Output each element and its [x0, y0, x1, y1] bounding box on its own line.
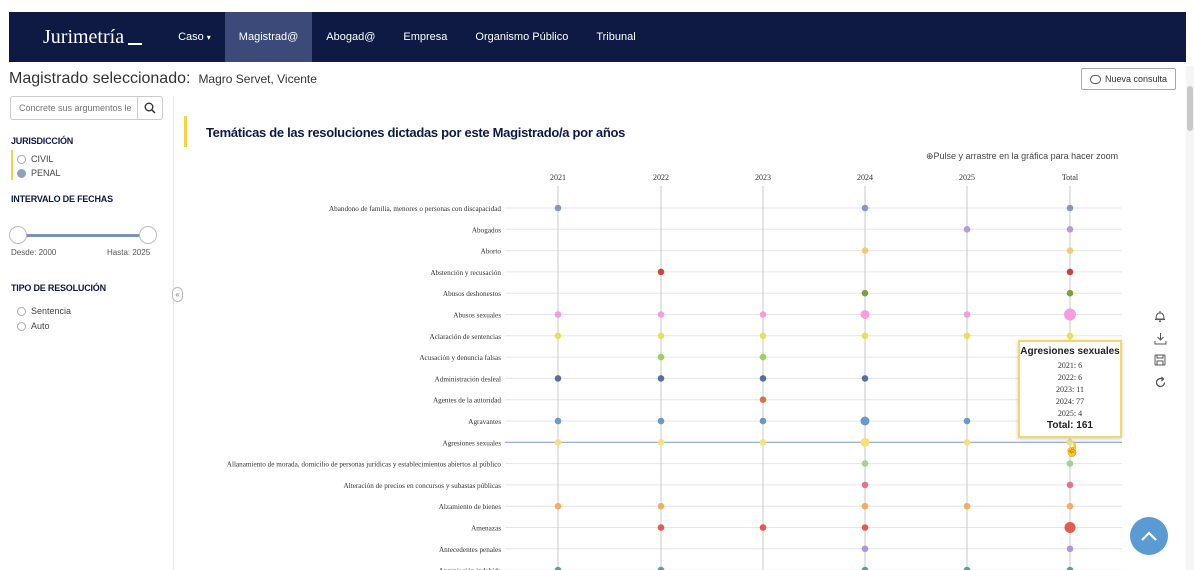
data-point	[554, 375, 562, 382]
data-point	[759, 396, 767, 404]
data-point	[1066, 502, 1074, 510]
row-label: Abogados	[472, 226, 501, 234]
row-label: Agravantes	[468, 418, 501, 426]
data-point	[861, 545, 869, 553]
data-point	[861, 460, 869, 467]
data-point	[1064, 522, 1076, 533]
page-scrollbar[interactable]	[1186, 66, 1194, 570]
data-point	[657, 311, 665, 318]
row-label: Agresiones sexuales	[443, 439, 502, 447]
tooltip-total: Total: 161	[1047, 420, 1093, 431]
data-point	[861, 375, 869, 382]
column-header: 2023	[755, 173, 771, 182]
row-label: Allanamiento de morada, domicilio de per…	[227, 461, 502, 469]
data-point	[963, 439, 971, 446]
row-label: Aborto	[481, 248, 502, 256]
chevron-up-icon	[1141, 531, 1157, 541]
data-point	[657, 375, 665, 382]
data-point	[963, 417, 971, 425]
data-point	[1066, 545, 1074, 553]
topics-bubble-chart[interactable]: 2021 2022 2023 2024 2025 Total Abandono de fam…	[0, 0, 1194, 570]
row-label: Administración desleal	[435, 375, 501, 383]
data-point	[759, 375, 767, 382]
data-point	[554, 502, 562, 510]
data-point	[1066, 268, 1074, 276]
row-label: Abandono de familia, menores o personas …	[329, 205, 501, 213]
tooltip-line: 2025: 4	[1057, 409, 1083, 418]
data-point	[554, 332, 562, 340]
data-point	[1066, 289, 1074, 297]
data-point	[759, 439, 767, 446]
data-point	[759, 524, 767, 531]
data-point	[657, 524, 665, 531]
tooltip-line: 2022: 6	[1057, 373, 1083, 382]
data-point	[1066, 247, 1074, 254]
data-point	[963, 226, 971, 233]
row-label: Abusos deshonestos	[443, 290, 501, 298]
data-point	[1064, 308, 1076, 321]
data-point	[657, 417, 665, 425]
tooltip-line: 2024: 77	[1055, 397, 1085, 406]
data-point	[861, 502, 869, 510]
refresh-icon[interactable]	[1150, 371, 1170, 393]
data-point	[963, 502, 971, 510]
tooltip-line: 2023: 11	[1056, 385, 1084, 394]
data-point	[963, 311, 971, 318]
data-point	[657, 353, 665, 361]
data-point	[759, 332, 767, 340]
row-label: Agentes de la autoridad	[433, 397, 501, 405]
data-point	[1066, 481, 1074, 489]
chart-tools	[1150, 305, 1170, 393]
column-header: Total	[1062, 173, 1079, 182]
column-header: 2021	[550, 173, 566, 182]
data-point	[554, 417, 562, 425]
data-point	[657, 439, 665, 446]
scrollbar-thumb[interactable]	[1187, 86, 1193, 131]
data-point	[554, 439, 562, 446]
data-point	[1066, 460, 1074, 467]
data-point	[554, 204, 562, 212]
data-point	[657, 268, 665, 276]
data-point	[861, 204, 869, 212]
tooltip-line: 2021: 6	[1057, 361, 1083, 370]
data-point	[861, 289, 869, 297]
save-icon[interactable]	[1150, 349, 1170, 371]
row-label: Amenazas	[471, 525, 501, 533]
data-point	[759, 353, 767, 361]
row-label: Aclaración de sentencias	[430, 333, 502, 341]
data-point	[860, 437, 870, 447]
data-point	[861, 524, 869, 531]
row-label: Alzamiento de bienes	[439, 503, 501, 511]
data-point	[657, 502, 665, 510]
scroll-top-button[interactable]	[1130, 517, 1168, 555]
data-point	[860, 310, 870, 319]
tooltip-title: Agresiones sexuales	[1020, 346, 1120, 357]
row-label: Alteración de precios en concursos y sub…	[344, 482, 502, 490]
row-label: Acusación y denuncia falsas	[419, 354, 501, 362]
bell-icon[interactable]	[1150, 305, 1170, 327]
data-point	[861, 481, 869, 489]
data-point	[861, 247, 869, 254]
row-label: Abusos sexuales	[453, 312, 501, 320]
hand-cursor-icon: ☝	[1064, 442, 1081, 457]
data-point	[1066, 204, 1074, 212]
data-point	[759, 417, 767, 425]
data-point	[554, 311, 562, 318]
data-point	[1066, 226, 1074, 233]
row-label: Antecedentes penales	[439, 546, 501, 554]
row-label: Abstención y recusación	[430, 269, 501, 277]
column-header: 2024	[857, 173, 873, 182]
data-point	[759, 311, 767, 318]
column-header: 2022	[653, 173, 669, 182]
data-point	[1066, 332, 1074, 340]
data-point	[861, 332, 869, 340]
data-point	[860, 416, 870, 426]
column-header: 2025	[959, 173, 975, 182]
download-icon[interactable]	[1150, 327, 1170, 349]
chart-tooltip: Agresiones sexuales 2021: 6 2022: 6 2023…	[1018, 340, 1122, 438]
data-point	[963, 332, 971, 340]
data-point	[657, 332, 665, 340]
